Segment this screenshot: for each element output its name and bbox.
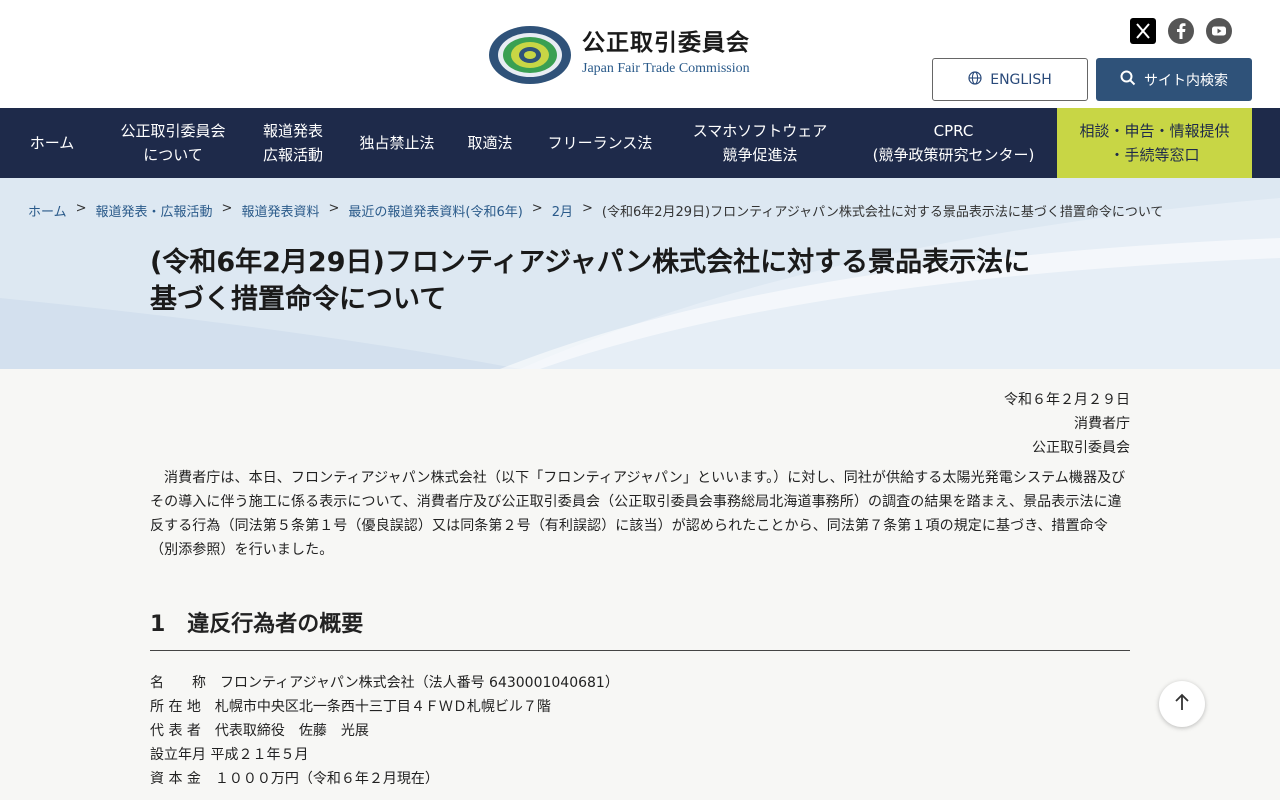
- nav-label: 競争促進法: [722, 146, 798, 164]
- breadcrumb-separator: >: [75, 201, 87, 216]
- breadcrumb-current: (令和6年2月29日)フロンティアジャパン株式会社に対する景品表示法に基づく措置…: [601, 205, 1164, 220]
- breadcrumb: ホーム > 報道発表・広報活動 > 報道発表資料 > 最近の報道発表資料(令和6…: [28, 201, 1163, 220]
- breadcrumb-link-press[interactable]: 報道発表・広報活動: [96, 201, 213, 220]
- main-content: 令和６年２月２９日 消費者庁 公正取引委員会 消費者庁は、本日、フロンティアジャ…: [150, 388, 1130, 791]
- nav-item-subcontract[interactable]: 取適法: [450, 108, 530, 178]
- nav-label: フリーランス法: [547, 134, 653, 152]
- logo-title-jp: 公正取引委員会: [582, 30, 750, 56]
- detail-name: 名 称 フロンティアジャパン株式会社（法人番号 6430001040681）: [150, 675, 619, 691]
- english-button-label: ENGLISH: [990, 71, 1052, 88]
- nav-label: CPRC: [933, 122, 974, 140]
- nav-item-smartphone[interactable]: スマホソフトウェア 競争促進法: [670, 108, 850, 178]
- nav-item-press[interactable]: 報道発表 広報活動: [242, 108, 344, 178]
- search-icon: [1120, 70, 1136, 90]
- page-hero: ホーム > 報道発表・広報活動 > 報道発表資料 > 最近の報道発表資料(令和6…: [0, 178, 1280, 369]
- release-org-2: 公正取引委員会: [1032, 440, 1130, 456]
- nav-item-freelance[interactable]: フリーランス法: [530, 108, 670, 178]
- nav-item-cprc[interactable]: CPRC (競争政策研究センター): [850, 108, 1057, 178]
- jftc-emblem-icon: [488, 22, 572, 86]
- page-title-line: (令和6年2月29日)フロンティアジャパン株式会社に対する景品表示法に: [150, 247, 1031, 278]
- nav-label: 独占禁止法: [359, 134, 435, 152]
- nav-item-antimonopoly[interactable]: 独占禁止法: [344, 108, 450, 178]
- breadcrumb-separator: >: [531, 201, 543, 216]
- detail-established: 設立年月 平成２１年５月: [150, 747, 309, 763]
- page-title: (令和6年2月29日)フロンティアジャパン株式会社に対する景品表示法に 基づく措…: [150, 244, 1130, 318]
- breadcrumb-separator: >: [328, 201, 340, 216]
- nav-label: (競争政策研究センター): [872, 146, 1035, 164]
- breadcrumb-link-month[interactable]: 2月: [552, 201, 573, 220]
- site-search-label: サイト内検索: [1144, 72, 1228, 89]
- breadcrumb-link-releases[interactable]: 報道発表資料: [241, 201, 319, 220]
- breadcrumb-separator: >: [221, 201, 233, 216]
- section-title: 1 違反行為者の概要: [150, 606, 1130, 651]
- release-summary: 消費者庁は、本日、フロンティアジャパン株式会社（以下「フロンティアジャパン」とい…: [150, 470, 1126, 558]
- release-org-1: 消費者庁: [1074, 416, 1130, 432]
- breadcrumb-link-recent[interactable]: 最近の報道発表資料(令和6年): [348, 201, 522, 220]
- detail-address: 所 在 地 札幌市中央区北一条西十三丁目４ＦＷＤ札幌ビル７階: [150, 699, 551, 715]
- social-links: [1130, 18, 1232, 44]
- youtube-icon[interactable]: [1206, 18, 1232, 44]
- logo-title-en: Japan Fair Trade Commission: [582, 61, 750, 76]
- english-button[interactable]: ENGLISH: [932, 58, 1088, 101]
- site-logo[interactable]: 公正取引委員会 Japan Fair Trade Commission: [488, 22, 758, 86]
- nav-label: について: [143, 146, 203, 164]
- violator-details: 名 称 フロンティアジャパン株式会社（法人番号 6430001040681） 所…: [150, 671, 1130, 791]
- nav-label: 公正取引委員会: [120, 122, 226, 140]
- nav-item-home[interactable]: ホーム: [0, 108, 104, 178]
- breadcrumb-link-home[interactable]: ホーム: [28, 201, 67, 220]
- nav-label: スマホソフトウェア: [692, 122, 828, 140]
- global-nav: ホーム 公正取引委員会 について 報道発表広報活動 独占禁止法 取適法 フリーラン…: [0, 108, 1280, 178]
- globe-icon: [968, 70, 982, 89]
- site-search-button[interactable]: サイト内検索: [1096, 58, 1252, 101]
- back-to-top-button[interactable]: [1159, 681, 1205, 727]
- site-header: 公正取引委員会 Japan Fair Trade Commission ENGL…: [0, 0, 1280, 108]
- x-twitter-icon[interactable]: [1130, 18, 1156, 44]
- release-meta: 令和６年２月２９日 消費者庁 公正取引委員会: [150, 388, 1130, 460]
- facebook-icon[interactable]: [1168, 18, 1194, 44]
- nav-label: 広報活動: [262, 146, 323, 164]
- nav-label: 取適法: [467, 134, 513, 152]
- nav-label: ・手続等窓口: [1109, 146, 1200, 164]
- breadcrumb-separator: >: [581, 201, 593, 216]
- nav-label: ホーム: [29, 134, 75, 152]
- release-date: 令和６年２月２９日: [1004, 392, 1130, 408]
- nav-item-about[interactable]: 公正取引委員会 について: [104, 108, 242, 178]
- nav-item-consultation[interactable]: 相談・申告・情報提供 ・手続等窓口: [1057, 108, 1252, 178]
- nav-label: 報道発表: [262, 122, 323, 140]
- arrow-up-icon: [1173, 692, 1191, 716]
- detail-capital: 資 本 金 １０００万円（令和６年２月現在）: [150, 771, 439, 787]
- nav-label: 相談・申告・情報提供: [1079, 122, 1230, 140]
- detail-representative: 代 表 者 代表取締役 佐藤 光展: [150, 723, 369, 739]
- page-title-line: 基づく措置命令について: [150, 284, 447, 315]
